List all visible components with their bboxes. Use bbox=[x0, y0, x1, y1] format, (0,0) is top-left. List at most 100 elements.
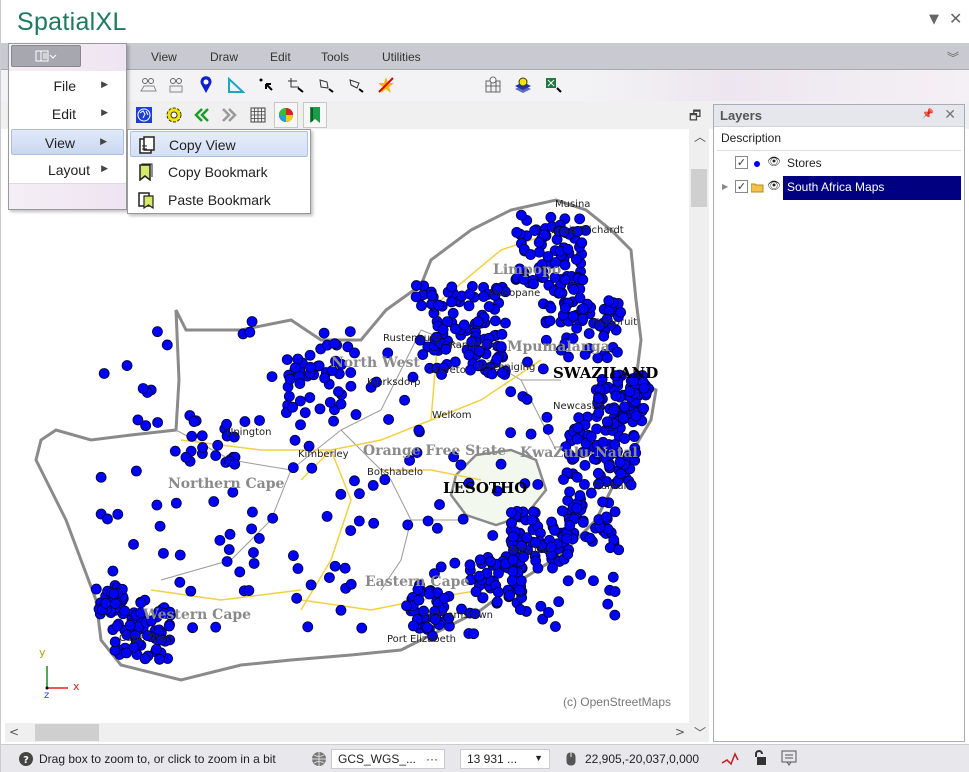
svg-text:?: ? bbox=[23, 755, 29, 766]
expand-icon[interactable]: ▶ bbox=[722, 182, 728, 191]
settings-button[interactable] bbox=[162, 102, 186, 128]
menu-item-paste-bookmark[interactable]: Paste Bookmark bbox=[130, 187, 308, 213]
scroll-left-icon[interactable]: < bbox=[9, 725, 19, 739]
tab-tools[interactable]: Tools bbox=[321, 50, 349, 64]
menu-item-file[interactable]: File ▶ bbox=[11, 73, 124, 99]
select-box-button[interactable] bbox=[285, 74, 307, 96]
scroll-down-icon[interactable]: ﹀ bbox=[694, 724, 706, 741]
layer-visibility-checkbox[interactable]: ✓ bbox=[735, 180, 748, 193]
layer-highlight-button[interactable] bbox=[512, 74, 534, 96]
store-point bbox=[435, 561, 447, 573]
scroll-thumb[interactable] bbox=[35, 724, 99, 741]
menu-item-layout[interactable]: Layout ▶ bbox=[11, 157, 124, 183]
store-point bbox=[229, 458, 241, 470]
store-point bbox=[514, 604, 526, 615]
globe-button[interactable] bbox=[132, 102, 156, 128]
location-pin-button[interactable] bbox=[195, 74, 217, 96]
menu-item-copy-view[interactable]: Copy View bbox=[130, 131, 308, 157]
snap-icon[interactable] bbox=[721, 751, 739, 767]
coordinate-system-globe-icon bbox=[312, 752, 326, 766]
store-point bbox=[464, 559, 476, 571]
tab-view[interactable]: View bbox=[151, 50, 177, 64]
store-point bbox=[571, 502, 583, 514]
restore-window-icon[interactable]: 🗗 bbox=[689, 107, 701, 129]
map-table-button[interactable] bbox=[482, 74, 504, 96]
store-point bbox=[423, 588, 435, 600]
menu-item-copy-bookmark[interactable]: Copy Bookmark bbox=[130, 159, 308, 185]
add-points-button[interactable] bbox=[137, 74, 159, 96]
clear-selection-button[interactable] bbox=[375, 74, 397, 96]
remove-points-button[interactable] bbox=[165, 74, 187, 96]
menu-item-label: Edit bbox=[51, 106, 76, 122]
map-canvas[interactable]: Limpopo Mpumalanga North West Northern C… bbox=[5, 129, 689, 723]
pin-icon[interactable]: 📌 bbox=[922, 109, 934, 120]
select-polygon-button[interactable] bbox=[315, 74, 337, 96]
layer-row-stores[interactable]: ✓ 👁 Stores bbox=[717, 152, 961, 176]
store-point bbox=[542, 423, 554, 435]
theme-palette-button[interactable] bbox=[274, 102, 298, 128]
tab-draw[interactable]: Draw bbox=[210, 50, 238, 64]
store-point bbox=[253, 533, 265, 544]
eye-icon[interactable]: 👁 bbox=[767, 155, 781, 168]
city-label: Upington bbox=[226, 427, 272, 438]
scroll-right-icon[interactable]: > bbox=[675, 725, 685, 739]
store-point bbox=[161, 339, 173, 351]
message-icon[interactable] bbox=[781, 750, 797, 766]
store-point bbox=[329, 338, 341, 350]
store-point bbox=[473, 570, 485, 582]
application-menu-button[interactable] bbox=[11, 45, 81, 67]
store-point bbox=[433, 299, 444, 311]
bookmark-button[interactable] bbox=[303, 102, 327, 128]
scale-dropdown[interactable]: 13 931 ... ▼ bbox=[460, 749, 550, 769]
coordinate-system-field[interactable]: GCS_WGS_... ··· bbox=[331, 749, 445, 769]
store-point bbox=[333, 386, 344, 398]
store-point bbox=[638, 402, 650, 414]
map-horizontal-scrollbar[interactable]: < > bbox=[5, 723, 689, 742]
store-point bbox=[328, 415, 339, 427]
copy-bookmark-icon bbox=[139, 163, 153, 181]
point-layer-icon bbox=[754, 161, 760, 167]
store-point bbox=[577, 516, 589, 528]
select-lasso-button[interactable] bbox=[345, 74, 367, 96]
menu-item-view[interactable]: View ▶ bbox=[11, 129, 124, 155]
store-point bbox=[283, 390, 295, 402]
forward-button[interactable] bbox=[217, 102, 241, 128]
store-point bbox=[532, 562, 544, 574]
store-point bbox=[180, 451, 192, 463]
window-close-icon[interactable]: ✕ bbox=[949, 9, 962, 28]
export-excel-button[interactable] bbox=[542, 74, 564, 96]
close-icon[interactable]: ✕ bbox=[944, 107, 956, 123]
coordinate-system-browse-button[interactable]: ··· bbox=[426, 752, 438, 766]
window-menu-dropdown-icon[interactable]: ▼ bbox=[929, 12, 939, 27]
store-point bbox=[154, 520, 166, 532]
layer-visibility-checkbox[interactable]: ✓ bbox=[735, 156, 748, 169]
tab-utilities[interactable]: Utilities bbox=[382, 50, 421, 64]
back-button[interactable] bbox=[190, 102, 214, 128]
store-point bbox=[248, 547, 259, 558]
measure-button[interactable] bbox=[225, 74, 247, 96]
unlock-icon[interactable] bbox=[753, 750, 767, 766]
store-point bbox=[186, 430, 198, 442]
store-point bbox=[608, 404, 620, 416]
select-point-button[interactable] bbox=[255, 74, 277, 96]
tab-edit[interactable]: Edit bbox=[270, 50, 291, 64]
store-point bbox=[547, 562, 558, 574]
store-point bbox=[150, 643, 162, 655]
menu-item-edit[interactable]: Edit ▶ bbox=[11, 101, 124, 127]
scroll-thumb[interactable] bbox=[691, 169, 707, 207]
store-point bbox=[549, 525, 560, 536]
ribbon-collapse-icon[interactable]: ︾ bbox=[947, 49, 959, 66]
store-point bbox=[368, 517, 380, 529]
store-point bbox=[345, 380, 357, 392]
store-point bbox=[224, 528, 236, 540]
grid-button[interactable] bbox=[246, 102, 270, 128]
store-point bbox=[100, 597, 112, 609]
store-point bbox=[496, 328, 508, 340]
store-point bbox=[130, 465, 142, 477]
column-header-description[interactable]: Description bbox=[717, 127, 961, 151]
map-vertical-scrollbar[interactable]: ︿ ﹀ bbox=[689, 129, 709, 742]
layer-row-south-africa-maps[interactable]: ▶ ✓ 👁 South Africa Maps bbox=[717, 176, 961, 200]
eye-icon[interactable]: 👁 bbox=[767, 179, 781, 192]
scroll-up-icon[interactable]: ︿ bbox=[694, 128, 706, 145]
add-points-icon bbox=[140, 78, 157, 92]
